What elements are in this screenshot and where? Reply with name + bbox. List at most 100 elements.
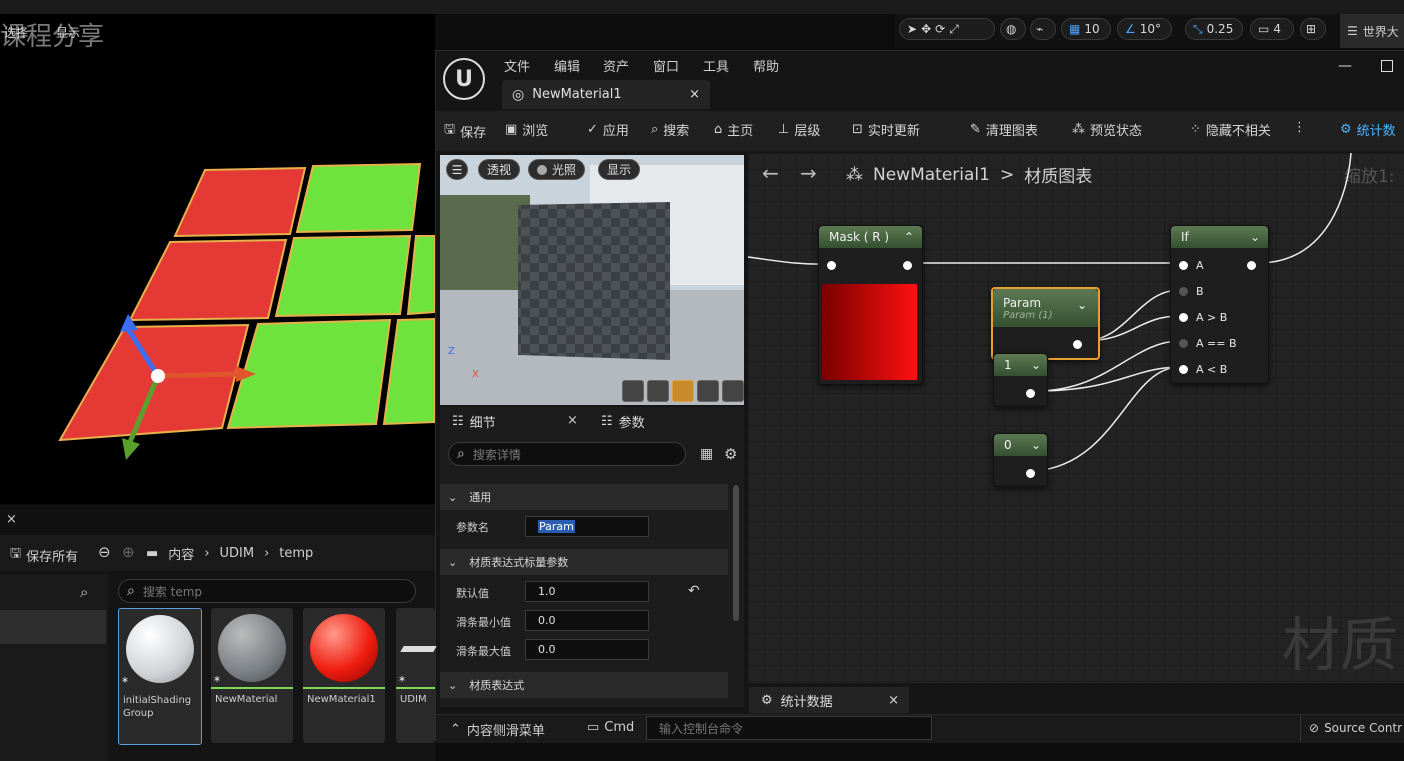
tab-details[interactable]: ☷ 细节 (452, 412, 496, 431)
back-arrow-icon[interactable]: ← (762, 161, 779, 185)
const1-output-pin[interactable] (1026, 389, 1035, 398)
menu-tools[interactable]: 工具 (703, 56, 729, 75)
viewport[interactable]: 选择 显示 课程分享 (0, 14, 436, 504)
const0-output-pin[interactable] (1026, 469, 1035, 478)
slider-max-field[interactable]: 0.0 (525, 639, 649, 660)
save-all-button[interactable]: 🖫 保存所有 (10, 544, 78, 566)
world-local-toggle[interactable]: ◍ (1000, 18, 1026, 40)
sphere-icon[interactable] (647, 380, 669, 402)
world-outliner-tab[interactable]: ☰ 世界大 (1340, 14, 1404, 48)
grid-snap[interactable]: ▦ 10 (1061, 18, 1111, 40)
preview-state-button[interactable]: ⁂ 预览状态 (1072, 120, 1142, 139)
tab-parameters[interactable]: ☷ 参数 (601, 412, 645, 431)
minimize-button[interactable]: — (1338, 58, 1352, 74)
details-search-input[interactable]: ⌕ 搜索详情 (448, 442, 686, 466)
stats-button[interactable]: ⚙ 统计数 (1340, 120, 1396, 139)
search-button[interactable]: ⌕ 搜索 (651, 120, 689, 139)
if-node[interactable]: If ⌄ A B A > B A == B A < B (1170, 225, 1269, 384)
if-pin-a[interactable]: A (1179, 259, 1204, 272)
layout-button[interactable]: ⊞ (1300, 18, 1326, 40)
if-pin-a-gt-b[interactable]: A > B (1179, 311, 1227, 324)
home-button[interactable]: ⌂ 主页 (714, 120, 753, 139)
mask-output-pin[interactable] (903, 261, 912, 270)
show-button[interactable]: 显示 (598, 159, 641, 180)
folder-tree-selected[interactable] (0, 610, 106, 644)
menu-window[interactable]: 窗口 (653, 56, 679, 75)
param-output-pin[interactable] (1073, 340, 1082, 349)
param-name-field[interactable]: Param (525, 516, 649, 537)
chevron-up-icon[interactable]: ⌃ (904, 230, 914, 244)
asset-newmaterial1[interactable]: NewMaterial1 (303, 608, 385, 743)
if-pin-a-lt-b[interactable]: A < B (1179, 363, 1227, 376)
more-options-icon[interactable]: ⋮ (1293, 120, 1306, 135)
browse-button[interactable]: ▣ 浏览 (505, 120, 548, 139)
lighting-button[interactable]: 光照 (528, 159, 586, 180)
menu-edit[interactable]: 编辑 (554, 56, 580, 75)
save-button[interactable]: 🖫 保存 (444, 120, 486, 142)
if-pin-b[interactable]: B (1179, 285, 1204, 298)
cylinder-icon[interactable] (622, 380, 644, 402)
section-scalar-param[interactable]: ⌄ 材质表达式标量参数 (440, 549, 728, 575)
mask-node[interactable]: Mask ( R ) ⌃ (818, 225, 923, 385)
reset-icon[interactable]: ↶ (688, 583, 700, 599)
menu-asset[interactable]: 资产 (603, 56, 629, 75)
source-control-button[interactable]: ⊘ Source Contr (1300, 714, 1404, 742)
tab-stats[interactable]: ⚙ 统计数据 × (749, 687, 909, 713)
hide-unrelated-button[interactable]: ⁘ 隐藏不相关 (1190, 120, 1271, 139)
mask-input-pin[interactable] (827, 261, 836, 270)
menu-file[interactable]: 文件 (504, 56, 530, 75)
tab-close-icon[interactable]: × (689, 87, 700, 102)
rotation-snap[interactable]: ∠ 10° (1117, 18, 1172, 40)
select-icon[interactable]: ➤ (907, 22, 917, 36)
breadcrumb-leaf[interactable]: 材质图表 (1024, 162, 1092, 187)
path-udim[interactable]: UDIM (220, 546, 255, 561)
apply-button[interactable]: ✓ 应用 (587, 120, 629, 139)
breadcrumb-root[interactable]: NewMaterial1 (873, 165, 990, 185)
chevron-down-icon[interactable]: ⌄ (1250, 230, 1260, 244)
menu-help[interactable]: 帮助 (753, 56, 779, 75)
teapot-icon[interactable] (722, 380, 744, 402)
live-update-button[interactable]: ⊡ 实时更新 (852, 120, 920, 139)
move-icon[interactable]: ✥ (921, 22, 931, 36)
rotate-icon[interactable]: ⟳ (935, 22, 945, 36)
content-browser-close-icon[interactable]: × (6, 512, 17, 527)
content-drawer-button[interactable]: ⌃ 内容侧滑菜单 (450, 720, 545, 739)
cube-icon[interactable] (697, 380, 719, 402)
material-preview[interactable] (440, 155, 744, 405)
asset-search-input[interactable]: ⌕ 搜索 temp (118, 579, 416, 603)
asset-udim[interactable]: * UDIM (396, 608, 437, 743)
constant-0-node[interactable]: 0 ⌄ (993, 433, 1048, 487)
chevron-down-icon[interactable]: ⌄ (1031, 438, 1041, 452)
chevron-down-icon[interactable]: ⌄ (1077, 298, 1087, 312)
history-forward-icon[interactable]: ⊕ (122, 543, 135, 561)
scale-icon[interactable]: ⤢ (949, 22, 959, 37)
path-temp[interactable]: temp (279, 546, 313, 561)
constant-1-node[interactable]: 1 ⌄ (993, 353, 1048, 407)
default-value-field[interactable]: 1.0 (525, 581, 649, 602)
asset-initialshadinggroup[interactable]: * initialShading Group (118, 608, 202, 745)
preview-menu-button[interactable]: ☰ (446, 159, 468, 180)
param-node[interactable]: Param Param (1) ⌄ (991, 287, 1100, 360)
path-content[interactable]: 内容 (168, 544, 194, 563)
settings-icon[interactable]: ⚙ (724, 445, 737, 463)
hierarchy-button[interactable]: ⊥ 层级 (778, 120, 820, 139)
history-back-icon[interactable]: ⊖ (98, 543, 111, 561)
scale-snap[interactable]: ⤡ 0.25 (1185, 18, 1243, 40)
camera-speed[interactable]: ▭ 4 (1250, 18, 1294, 40)
forward-arrow-icon[interactable]: → (800, 161, 817, 185)
tab-newmaterial1[interactable]: ◎ NewMaterial1 × (502, 80, 710, 109)
details-tab-close-icon[interactable]: × (567, 413, 578, 428)
chevron-down-icon[interactable]: ⌄ (1031, 358, 1041, 372)
plane-icon[interactable] (672, 380, 694, 402)
stats-close-icon[interactable]: × (888, 693, 909, 708)
details-scrollbar[interactable] (733, 485, 739, 621)
perspective-button[interactable]: 透视 (478, 159, 521, 180)
if-output-pin[interactable] (1247, 261, 1256, 270)
table-view-icon[interactable]: ▦ (700, 446, 713, 462)
transform-tools[interactable]: ➤ ✥ ⟳ ⤢ (899, 18, 995, 40)
console-input[interactable]: 输入控制台命令 (646, 716, 932, 740)
asset-newmaterial[interactable]: * NewMaterial (211, 608, 293, 743)
section-expression[interactable]: ⌄ 材质表达式 (440, 672, 728, 698)
cmd-button[interactable]: ▭ Cmd (587, 720, 634, 735)
section-general[interactable]: ⌄ 通用 (440, 484, 728, 510)
